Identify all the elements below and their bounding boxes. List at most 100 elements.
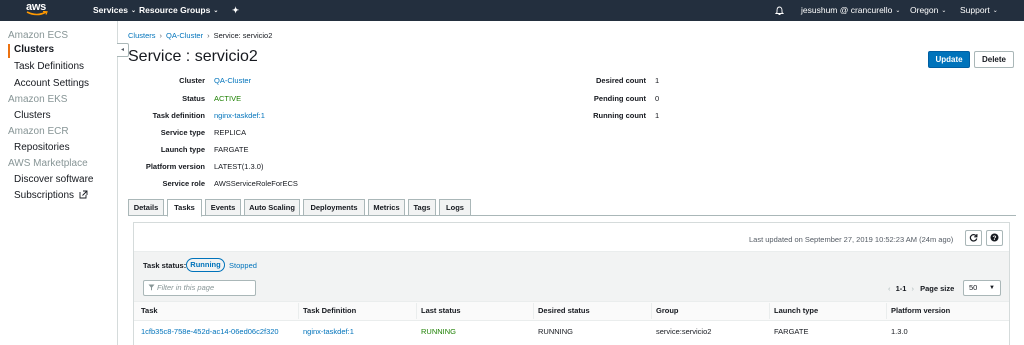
resource-groups-menu[interactable]: Resource Groups ⌄	[139, 0, 218, 21]
cell-task-id[interactable]: 1cfb35c8-758e-452d-ac14-06ed06c2f320	[141, 327, 279, 336]
detail-label-status: Status	[182, 94, 205, 103]
sidebar-heading-marketplace: AWS Marketplace	[8, 158, 88, 169]
tab-events[interactable]: Events	[205, 199, 241, 216]
detail-value-launch-type: FARGATE	[214, 145, 249, 154]
column-divider	[651, 303, 652, 319]
delete-button[interactable]: Delete	[974, 51, 1014, 68]
refresh-icon	[969, 234, 978, 242]
sidebar-item-account-settings[interactable]: Account Settings	[14, 78, 89, 89]
help-icon: ?	[990, 233, 999, 242]
detail-label-pending-count: Pending count	[593, 94, 646, 103]
sidebar-heading-ecs: Amazon ECS	[8, 30, 69, 41]
sidebar-item-discover-software[interactable]: Discover software	[14, 174, 93, 185]
pin-icon[interactable]: ✦	[232, 0, 239, 21]
sidebar-item-repositories[interactable]: Repositories	[14, 142, 70, 153]
column-divider	[533, 303, 534, 319]
column-header-task[interactable]: Task	[141, 306, 158, 315]
column-header-last-status[interactable]: Last status	[421, 306, 461, 315]
breadcrumb-cluster[interactable]: QA-Cluster	[166, 31, 203, 40]
detail-label-launch-type: Launch type	[160, 145, 205, 154]
detail-value-service-type: REPLICA	[214, 128, 247, 137]
pagination: ‹ 1-1 › Page size	[888, 284, 954, 293]
chevron-down-icon: ⌄	[130, 8, 137, 14]
sidebar-item-task-definitions[interactable]: Task Definitions	[14, 61, 84, 72]
sidebar-heading-eks: Amazon EKS	[8, 94, 68, 105]
region-menu[interactable]: Oregon ⌄	[910, 0, 946, 21]
status-filter-running[interactable]: Running	[186, 258, 225, 272]
tab-tags[interactable]: Tags	[408, 199, 436, 216]
detail-value-cluster[interactable]: QA-Cluster	[214, 76, 251, 85]
detail-value-service-role: AWSServiceRoleForECS	[214, 179, 298, 188]
tab-tasks[interactable]: Tasks	[167, 199, 202, 217]
column-header-desired-status[interactable]: Desired status	[538, 306, 590, 315]
update-button[interactable]: Update	[928, 51, 970, 68]
sidebar-item-clusters[interactable]: Clusters	[14, 44, 54, 55]
support-menu[interactable]: Support ⌄	[960, 0, 998, 21]
status-filter-stopped[interactable]: Stopped	[229, 261, 257, 270]
help-button[interactable]: ?	[986, 230, 1003, 246]
page-size-label: Page size	[920, 284, 955, 293]
chevron-down-icon: ⌄	[941, 8, 947, 14]
detail-value-platform-version: LATEST(1.3.0)	[214, 162, 264, 171]
cell-desired-status: RUNNING	[538, 327, 573, 336]
chevron-down-icon: ⌄	[213, 8, 219, 14]
sidebar-active-indicator	[8, 44, 10, 58]
detail-label-service-role: Service role	[162, 179, 205, 188]
cell-group: service:servicio2	[656, 327, 712, 336]
detail-label-platform-version: Platform version	[145, 162, 205, 171]
breadcrumb-clusters[interactable]: Clusters	[128, 31, 156, 40]
breadcrumb: Clusters › QA-Cluster › Service: servicio2	[128, 31, 272, 40]
column-header-group[interactable]: Group	[656, 306, 679, 315]
breadcrumb-current: Service: servicio2	[213, 31, 273, 40]
sidebar-item-eks-clusters[interactable]: Clusters	[14, 110, 51, 121]
filter-input[interactable]: Filter in this page	[143, 280, 256, 296]
next-page-button[interactable]: ›	[912, 284, 915, 293]
caret-down-icon: ▼	[989, 285, 995, 291]
detail-value-status: ACTIVE	[214, 94, 242, 103]
column-divider	[886, 303, 887, 319]
detail-value-running-count: 1	[655, 111, 660, 120]
sidebar-heading-ecr: Amazon ECR	[8, 126, 69, 137]
cell-launch-type: FARGATE	[774, 327, 809, 336]
column-header-platform-version[interactable]: Platform version	[891, 306, 950, 315]
cell-task-definition[interactable]: nginx-taskdef:1	[303, 327, 354, 336]
filter-icon	[148, 284, 155, 291]
tab-logs[interactable]: Logs	[439, 199, 471, 216]
page-size-select[interactable]: 50 ▼	[963, 280, 1001, 296]
bell-icon[interactable]	[774, 0, 785, 21]
detail-label-running-count: Running count	[593, 111, 646, 120]
tab-metrics[interactable]: Metrics	[368, 199, 405, 216]
aws-logo[interactable]: aws	[26, 1, 50, 20]
detail-value-task-definition[interactable]: nginx-taskdef:1	[214, 111, 265, 120]
page-range: 1-1	[895, 284, 907, 293]
detail-value-desired-count: 1	[655, 76, 660, 85]
tab-auto-scaling[interactable]: Auto Scaling	[244, 199, 300, 216]
last-updated-text: Last updated on September 27, 2019 10:52…	[749, 235, 954, 244]
detail-label-service-type: Service type	[160, 128, 205, 137]
cell-platform-version: 1.3.0	[891, 327, 908, 336]
chevron-down-icon: ⌄	[895, 8, 901, 14]
tab-deployments[interactable]: Deployments	[303, 199, 365, 216]
svg-text:?: ?	[993, 235, 997, 242]
prev-page-button[interactable]: ‹	[888, 284, 891, 293]
column-divider	[298, 303, 299, 319]
chevron-right-icon: ›	[207, 31, 210, 40]
sidebar-item-subscriptions[interactable]: Subscriptions	[14, 190, 88, 201]
account-menu[interactable]: jesushum @ crancurello ⌄	[801, 0, 900, 21]
tab-details[interactable]: Details	[128, 199, 164, 216]
cell-last-status: RUNNING	[421, 327, 456, 336]
detail-value-pending-count: 0	[655, 94, 660, 103]
bell-icon-glyph	[774, 6, 785, 15]
task-status-label: Task status:	[143, 261, 187, 270]
column-header-task-definition[interactable]: Task Definition	[303, 306, 356, 315]
refresh-button[interactable]	[965, 230, 982, 246]
detail-label-task-definition: Task definition	[152, 111, 205, 120]
chevron-down-icon: ⌄	[992, 8, 998, 14]
column-header-launch-type[interactable]: Launch type	[774, 306, 818, 315]
top-nav-bar: aws Services ⌄ Resource Groups ⌄ ✦ jesushu…	[0, 0, 1024, 21]
external-link-icon	[79, 190, 88, 199]
page-title: Service : servicio2	[128, 48, 258, 65]
column-divider	[416, 303, 417, 319]
filter-area	[134, 251, 1009, 301]
services-menu[interactable]: Services ⌄	[93, 0, 136, 21]
